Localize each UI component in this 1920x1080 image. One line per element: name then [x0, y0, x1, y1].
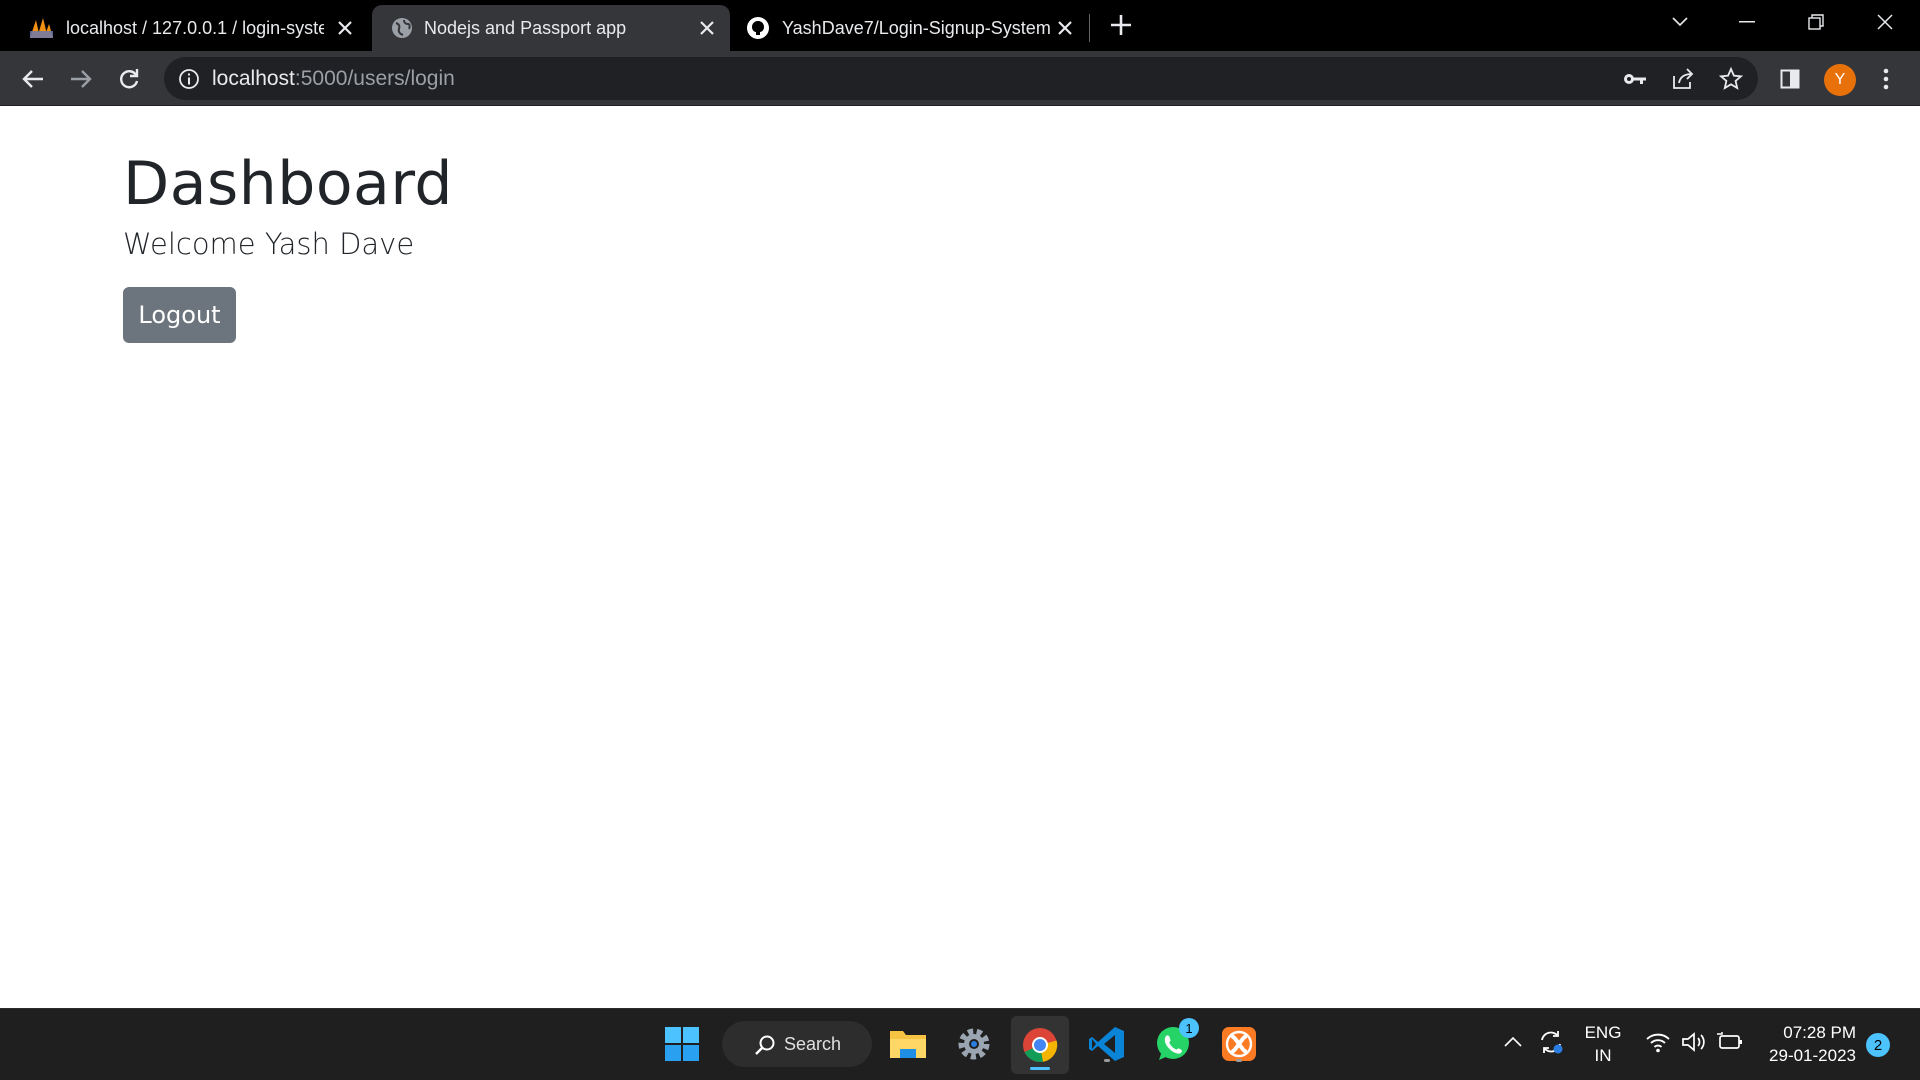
- sync-tray[interactable]: [1536, 1027, 1566, 1057]
- globe-icon: [392, 18, 412, 38]
- file-explorer-icon: [890, 1031, 926, 1058]
- taskbar-whatsapp[interactable]: 1: [1151, 1018, 1199, 1066]
- wifi-icon: [1646, 1033, 1670, 1053]
- url-path: :5000/users/login: [294, 67, 455, 90]
- new-tab-button[interactable]: [1108, 11, 1134, 39]
- tab-phpmyadmin[interactable]: localhost / 127.0.0.1 / login-syste: [0, 5, 368, 51]
- bookmark-star-icon[interactable]: [1718, 66, 1744, 92]
- running-indicator: [1236, 1059, 1242, 1062]
- xampp-icon: [1222, 1027, 1256, 1061]
- kebab-menu-icon: [1883, 68, 1889, 90]
- tab-search-button[interactable]: [1652, 0, 1708, 44]
- restore-button[interactable]: [1788, 0, 1844, 44]
- show-hidden-icons-button[interactable]: [1498, 1027, 1528, 1057]
- wifi-tray[interactable]: [1643, 1027, 1673, 1057]
- minimize-icon: [1739, 21, 1755, 23]
- chevron-up-icon: [1504, 1037, 1522, 1047]
- page-content: Dashboard Welcome Yash Dave Logout: [0, 107, 1920, 1007]
- arrow-right-icon: [71, 70, 92, 88]
- browser-toolbar: localhost:5000/users/login Y: [0, 51, 1920, 106]
- search-label: Search: [784, 1034, 842, 1054]
- tab-nodejs-passport[interactable]: Nodejs and Passport app: [372, 5, 730, 51]
- github-icon: [747, 17, 769, 39]
- tab-github[interactable]: YashDave7/Login-Signup-System: [730, 5, 1088, 51]
- tab-title: localhost / 127.0.0.1 / login-syste: [66, 18, 324, 38]
- taskbar-clock[interactable]: 07:28 PM 29-01-2023: [1752, 1021, 1856, 1067]
- side-panel-button[interactable]: [1773, 62, 1807, 96]
- browser-tab-strip: localhost / 127.0.0.1 / login-syste Node…: [0, 0, 1920, 51]
- url-host: localhost: [212, 67, 295, 90]
- url-text[interactable]: localhost:5000/users/login: [212, 57, 455, 100]
- tab-title: Nodejs and Passport app: [424, 18, 627, 38]
- tab-close-icon[interactable]: [332, 15, 358, 41]
- chrome-icon: [1023, 1028, 1058, 1063]
- browser-menu-button[interactable]: [1869, 62, 1903, 96]
- back-button[interactable]: [16, 62, 50, 96]
- chevron-down-icon: [1672, 17, 1688, 27]
- tab-close-icon[interactable]: [1052, 15, 1078, 41]
- start-button[interactable]: [660, 1022, 704, 1066]
- running-indicator: [1030, 1067, 1050, 1070]
- taskbar-vscode[interactable]: [1085, 1022, 1129, 1066]
- taskbar-chrome[interactable]: [1011, 1016, 1069, 1074]
- running-indicator: [1104, 1059, 1110, 1062]
- tab-separator: [1089, 14, 1090, 42]
- input-language[interactable]: ENG IN: [1578, 1021, 1628, 1067]
- notification-badge: 1: [1179, 1018, 1199, 1038]
- side-panel-icon: [1780, 69, 1800, 89]
- battery-tray[interactable]: [1715, 1027, 1745, 1057]
- taskbar-xampp[interactable]: [1217, 1022, 1261, 1066]
- windows-taskbar: Search 1 ENG IN 07:28 PM 29-01-2023 2: [0, 1008, 1920, 1080]
- arrow-left-icon: [22, 70, 43, 88]
- region-code: IN: [1594, 1046, 1612, 1065]
- profile-avatar[interactable]: Y: [1824, 64, 1856, 96]
- welcome-message: Welcome Yash Dave: [123, 227, 415, 261]
- clock-date: 29-01-2023: [1769, 1046, 1856, 1065]
- vscode-icon: [1089, 1027, 1124, 1061]
- volume-tray[interactable]: [1679, 1027, 1709, 1057]
- windows-start-icon: [665, 1027, 699, 1061]
- phpmyadmin-icon: [30, 18, 53, 38]
- plus-icon: [1111, 15, 1131, 35]
- taskbar-search[interactable]: Search: [722, 1021, 872, 1067]
- close-icon: [1877, 14, 1893, 30]
- taskbar-settings[interactable]: [952, 1022, 996, 1066]
- tab-title: YashDave7/Login-Signup-System: [782, 18, 1051, 38]
- reload-button[interactable]: [112, 62, 146, 96]
- battery-charging-icon: [1717, 1032, 1742, 1049]
- password-key-icon[interactable]: [1622, 66, 1648, 92]
- notification-center-badge[interactable]: 2: [1866, 1033, 1890, 1057]
- settings-icon: [958, 1028, 990, 1060]
- taskbar-file-explorer[interactable]: [886, 1022, 930, 1066]
- share-icon[interactable]: [1670, 66, 1696, 92]
- clock-time: 07:28 PM: [1783, 1023, 1856, 1042]
- info-icon[interactable]: [178, 68, 200, 90]
- search-icon: [755, 1035, 775, 1055]
- tab-close-icon[interactable]: [694, 15, 720, 41]
- address-bar[interactable]: localhost:5000/users/login: [164, 57, 1758, 100]
- volume-icon: [1682, 1032, 1705, 1052]
- language-code: ENG: [1584, 1023, 1622, 1042]
- sync-icon: [1541, 1031, 1563, 1054]
- close-window-button[interactable]: [1857, 0, 1913, 44]
- reload-icon: [120, 69, 139, 89]
- minimize-button[interactable]: [1719, 0, 1775, 44]
- restore-icon: [1808, 14, 1824, 30]
- page-title: Dashboard: [123, 149, 454, 219]
- forward-button[interactable]: [64, 62, 98, 96]
- logout-button[interactable]: Logout: [123, 287, 236, 343]
